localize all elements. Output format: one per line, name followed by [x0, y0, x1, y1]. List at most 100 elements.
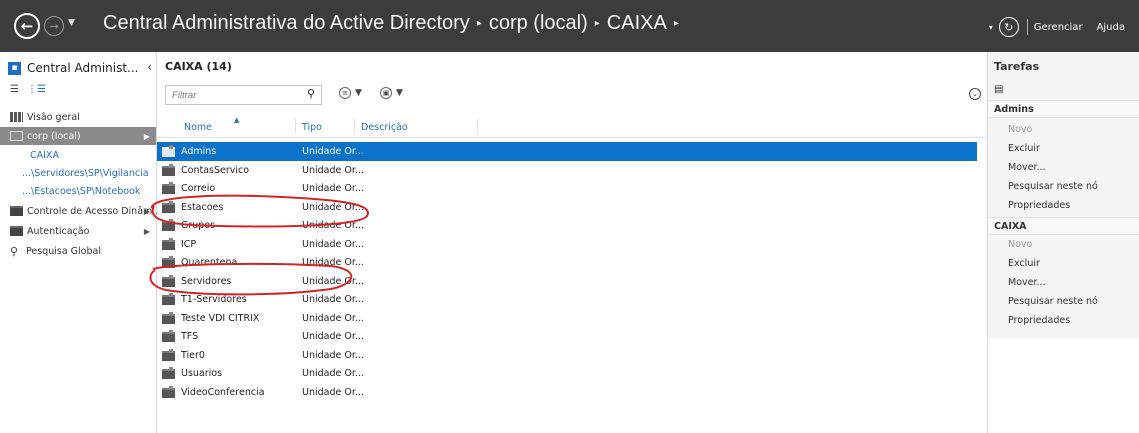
nav-item-auth[interactable]: Autenticação ▶	[0, 222, 156, 240]
tasks-section-admins[interactable]: Admins	[988, 100, 1139, 118]
table-row[interactable]: VideoConferencia Unidade Or...	[157, 383, 977, 402]
help-menu[interactable]: Ajuda	[1097, 22, 1125, 33]
expand-icon[interactable]: ⌄	[969, 88, 981, 100]
dropdown-arrow-icon[interactable]: ▾	[989, 23, 993, 32]
forward-icon[interactable]: →	[44, 16, 64, 36]
nav-item-label: Autenticação	[27, 225, 90, 237]
row-type: Unidade Or...	[302, 238, 364, 250]
task-new[interactable]: Novo	[1008, 124, 1032, 135]
row-type: Unidade Or...	[302, 201, 364, 213]
task-properties[interactable]: Propriedades	[1008, 315, 1070, 326]
breadcrumb-caixa[interactable]: CAIXA	[607, 12, 667, 35]
column-divider[interactable]	[354, 119, 355, 133]
table-row[interactable]: Teste VDI CITRIX Unidade Or...	[157, 309, 977, 328]
table-row[interactable]: Usuarios Unidade Or...	[157, 364, 977, 383]
table-row[interactable]: Correio Unidade Or...	[157, 179, 977, 198]
table-row[interactable]: Tier0 Unidade Or...	[157, 346, 977, 365]
folder-icon	[162, 311, 175, 324]
task-search-node[interactable]: Pesquisar neste nó	[1008, 181, 1098, 192]
nav-item-vigilancia[interactable]: ...\Servidores\SP\Vigilancia	[0, 165, 156, 182]
filter-criteria-button[interactable]: ≡ ▼	[339, 87, 362, 99]
folder-icon	[162, 163, 175, 176]
row-name: T1-Servidores	[181, 294, 247, 305]
row-name: Grupos	[181, 220, 216, 231]
task-move[interactable]: Mover...	[1008, 277, 1046, 288]
task-delete[interactable]: Excluir	[1008, 258, 1040, 269]
column-name[interactable]: Nome	[184, 122, 212, 133]
task-delete[interactable]: Excluir	[1008, 143, 1040, 154]
save-icon: ▣	[380, 87, 392, 99]
task-new[interactable]: Novo	[1008, 239, 1032, 250]
tree-view-icon[interactable]: ⋮☰	[27, 84, 46, 95]
nav-item-caixa[interactable]: CAIXA	[0, 147, 156, 164]
row-name: Teste VDI CITRIX	[181, 312, 260, 324]
tasks-title: Tarefas	[994, 60, 1040, 73]
row-name: Servidores	[181, 275, 232, 287]
task-move[interactable]: Mover...	[1008, 162, 1046, 173]
table-row[interactable]: TFS Unidade Or...	[157, 327, 977, 346]
table-row[interactable]: Grupos Unidade Or...	[157, 216, 977, 235]
folder-icon	[162, 367, 175, 379]
row-name: TFS	[181, 331, 199, 342]
title-bar: ← → ▼ Central Administrativa do Active D…	[0, 0, 1139, 52]
column-divider[interactable]	[477, 119, 478, 133]
row-type: Unidade Or...	[302, 349, 364, 361]
nav-header: ▪ Central Administ... ‹	[8, 59, 154, 77]
folder-icon	[162, 237, 175, 250]
row-name: Admins	[181, 146, 217, 157]
row-name: Estacoes	[181, 201, 224, 213]
table-row[interactable]: Quarentena Unidade Or...	[157, 253, 977, 272]
save-query-button[interactable]: ▣ ▼	[380, 87, 403, 99]
nav-item-label: CAIXA	[30, 150, 59, 161]
task-search-node[interactable]: Pesquisar neste nó	[1008, 296, 1098, 307]
row-type: Unidade Or...	[302, 294, 364, 305]
row-name: Tier0	[181, 349, 205, 361]
nav-item-label: ...\Estacoes\SP\Notebook	[22, 186, 141, 197]
expand-arrow-icon[interactable]: ▶	[144, 207, 150, 216]
breadcrumb-corp[interactable]: corp (local)	[489, 12, 588, 35]
task-properties[interactable]: Propriedades	[1008, 200, 1070, 211]
nav-item-corp[interactable]: corp (local) ▶	[0, 127, 156, 145]
filter-input[interactable]	[165, 85, 322, 105]
domain-icon	[10, 131, 23, 141]
clipboard-icon[interactable]: ▤	[994, 84, 1003, 95]
manage-menu[interactable]: Gerenciar	[1034, 22, 1083, 33]
folder-icon	[162, 330, 175, 342]
row-type: Unidade Or...	[302, 368, 364, 379]
column-type[interactable]: Tipo	[302, 122, 322, 133]
table-row[interactable]: Admins Unidade Or...	[157, 142, 977, 161]
nav-item-global-search[interactable]: ⚲ Pesquisa Global	[0, 242, 156, 260]
breadcrumb-root[interactable]: Central Administrativa do Active Directo…	[103, 12, 470, 35]
list-view-icon[interactable]: ☰	[10, 84, 19, 95]
refresh-icon[interactable]: ↻	[998, 17, 1019, 37]
breadcrumb-separator[interactable]: ▸	[595, 18, 600, 29]
folder-icon	[162, 348, 175, 361]
row-type: Unidade Or...	[302, 331, 364, 342]
breadcrumb-separator[interactable]: ▸	[477, 18, 482, 29]
back-icon[interactable]: ←	[14, 13, 40, 39]
table-row[interactable]: T1-Servidores Unidade Or...	[157, 290, 977, 309]
table-row[interactable]: Servidores Unidade Or...	[157, 272, 977, 291]
tasks-section-caixa[interactable]: CAIXA	[988, 217, 1139, 235]
expand-arrow-icon[interactable]: ▶	[144, 227, 150, 236]
expand-arrow-icon[interactable]: ▶	[144, 132, 150, 141]
nav-item-access-control[interactable]: Controle de Acesso Dinâm... ▶	[0, 202, 161, 220]
folder-icon	[162, 293, 175, 305]
search-icon[interactable]: ⚲	[307, 87, 315, 100]
row-type: Unidade Or...	[302, 275, 364, 287]
table-row[interactable]: ICP Unidade Or...	[157, 235, 977, 254]
nav-item-notebook[interactable]: ...\Estacoes\SP\Notebook	[0, 183, 156, 200]
nav-item-label: corp (local)	[27, 130, 81, 142]
view-toggle: ☰ ⋮☰	[10, 84, 46, 95]
folder-icon	[162, 385, 175, 398]
row-type: Unidade Or...	[302, 164, 364, 176]
top-right-controls: ▾ ↻ Gerenciar Ajuda	[989, 17, 1125, 37]
column-description[interactable]: Descrição	[361, 122, 408, 133]
breadcrumb-separator[interactable]: ▸	[674, 18, 679, 29]
history-dropdown-icon[interactable]: ▼	[68, 18, 75, 28]
column-divider[interactable]	[295, 119, 296, 133]
nav-item-overview[interactable]: Visão geral	[0, 108, 156, 126]
table-row[interactable]: ContasServico Unidade Or...	[157, 161, 977, 180]
table-row[interactable]: Estacoes Unidade Or...	[157, 198, 977, 217]
collapse-icon[interactable]: ‹	[147, 60, 152, 74]
